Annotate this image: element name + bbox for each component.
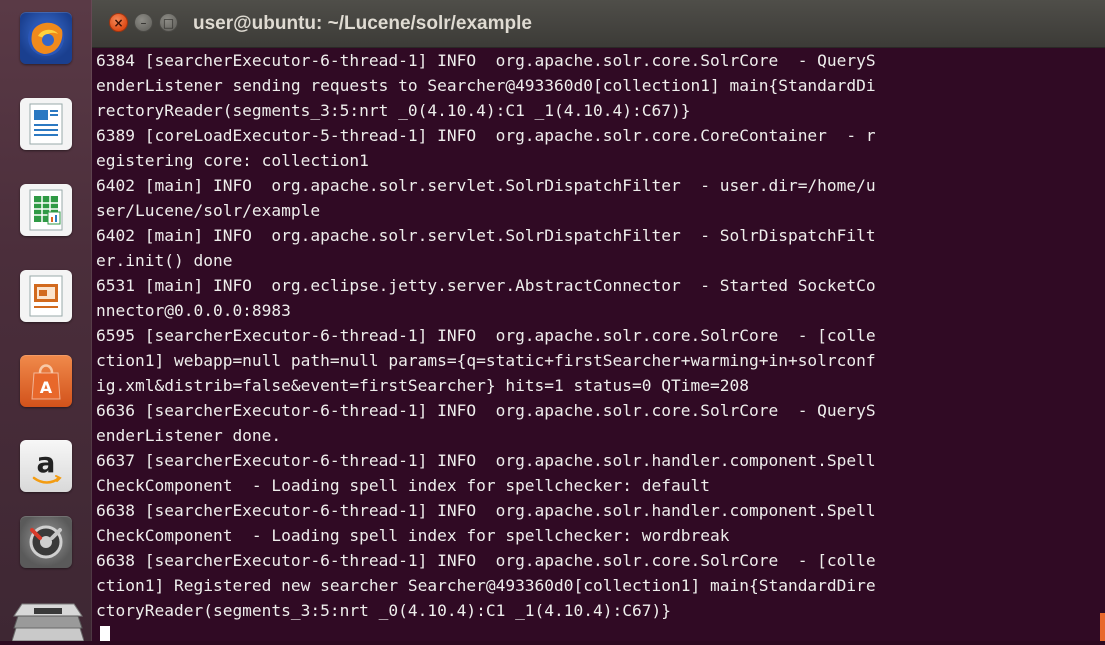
- terminal-line: 6638 [searcherExecutor-6-thread-1] INFO …: [96, 501, 876, 520]
- amazon-icon[interactable]: a: [20, 440, 72, 492]
- terminal-line: er.init() done: [96, 251, 233, 270]
- terminal-line: ser/Lucene/solr/example: [96, 201, 321, 220]
- ubuntu-software-center-icon[interactable]: A: [20, 355, 72, 407]
- maximize-window-button[interactable]: □: [159, 13, 178, 32]
- terminal-line: nnector@0.0.0.0:8983: [96, 301, 291, 320]
- terminal-line: 6389 [coreLoadExecutor-5-thread-1] INFO …: [96, 126, 876, 145]
- system-settings-icon[interactable]: [20, 516, 72, 568]
- terminal-line: CheckComponent - Loading spell index for…: [96, 526, 730, 545]
- terminal-prompt-line[interactable]: [96, 623, 1105, 641]
- scroll-position-marker[interactable]: [1100, 613, 1105, 641]
- workspace-switcher-icon[interactable]: [11, 598, 85, 642]
- window-title: user@ubuntu: ~/Lucene/solr/example: [193, 13, 532, 34]
- terminal-line: 6402 [main] INFO org.apache.solr.servlet…: [96, 176, 876, 195]
- terminal-line: ig.xml&distrib=false&event=firstSearcher…: [96, 376, 749, 395]
- libreoffice-calc-icon[interactable]: [20, 184, 72, 236]
- terminal-line: CheckComponent - Loading spell index for…: [96, 476, 710, 495]
- svg-text:A: A: [40, 378, 53, 397]
- maximize-icon: □: [162, 15, 175, 30]
- terminal-line: egistering core: collection1: [96, 151, 369, 170]
- terminal-line: enderListener sending requests to Search…: [96, 76, 876, 95]
- text-cursor: [100, 626, 110, 641]
- close-window-button[interactable]: ×: [109, 13, 128, 32]
- terminal-output[interactable]: 6384 [searcherExecutor-6-thread-1] INFO …: [96, 48, 1105, 641]
- terminal-line: 6636 [searcherExecutor-6-thread-1] INFO …: [96, 401, 876, 420]
- terminal-line: 6384 [searcherExecutor-6-thread-1] INFO …: [96, 51, 876, 70]
- terminal-line: rectoryReader(segments_3:5:nrt _0(4.10.4…: [96, 101, 691, 120]
- terminal-line: 6638 [searcherExecutor-6-thread-1] INFO …: [96, 551, 876, 570]
- terminal-window: × – □ user@ubuntu: ~/Lucene/solr/example…: [92, 0, 1105, 641]
- terminal-line: 6637 [searcherExecutor-6-thread-1] INFO …: [96, 451, 876, 470]
- terminal-line: ctoryReader(segments_3:5:nrt _0(4.10.4):…: [96, 601, 671, 620]
- close-icon: ×: [113, 15, 124, 30]
- unity-launcher: A a: [0, 0, 92, 642]
- terminal-line: ction1] webapp=null path=null params={q=…: [96, 351, 876, 370]
- terminal-line: 6402 [main] INFO org.apache.solr.servlet…: [96, 226, 876, 245]
- terminal-line: ction1] Registered new searcher Searcher…: [96, 576, 876, 595]
- terminal-line: 6595 [searcherExecutor-6-thread-1] INFO …: [96, 326, 876, 345]
- firefox-icon[interactable]: [20, 12, 72, 64]
- terminal-line: enderListener done.: [96, 426, 282, 445]
- libreoffice-impress-icon[interactable]: [20, 270, 72, 322]
- window-titlebar[interactable]: × – □ user@ubuntu: ~/Lucene/solr/example: [92, 0, 1105, 48]
- terminal-line: 6531 [main] INFO org.eclipse.jetty.serve…: [96, 276, 876, 295]
- libreoffice-writer-icon[interactable]: [20, 98, 72, 150]
- minimize-window-button[interactable]: –: [134, 13, 153, 32]
- svg-text:a: a: [37, 446, 56, 479]
- minimize-icon: –: [140, 15, 147, 30]
